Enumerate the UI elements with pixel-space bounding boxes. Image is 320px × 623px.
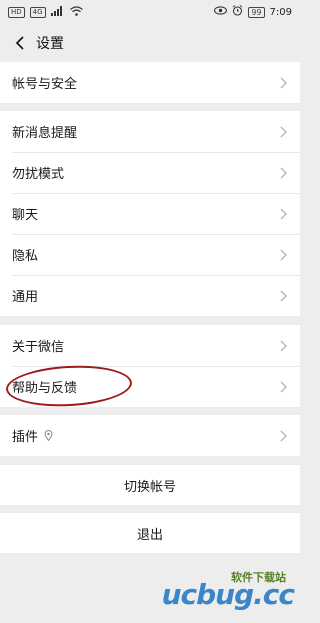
- settings-item-label: 隐私: [12, 249, 39, 264]
- settings-item-chat[interactable]: 聊天: [0, 193, 300, 234]
- settings-item-general[interactable]: 通用: [0, 275, 300, 316]
- network-badge: 4G: [29, 6, 46, 18]
- settings-item-label: 插件: [12, 430, 39, 445]
- battery-indicator: 99: [248, 6, 265, 18]
- settings-item-label: 勿扰模式: [12, 167, 65, 182]
- general-group: 新消息提醒 勿扰模式 聊天 隐私 通用: [0, 111, 300, 316]
- chevron-right-icon: [280, 208, 288, 220]
- chevron-right-icon: [280, 430, 288, 442]
- settings-item-label: 关于微信: [12, 340, 65, 355]
- settings-item-new-message-alert[interactable]: 新消息提醒: [0, 111, 300, 152]
- clock: 7:09: [269, 6, 292, 18]
- wifi-icon: [69, 5, 83, 19]
- chevron-right-icon: [280, 249, 288, 261]
- settings-item-label: 帮助与反馈: [12, 381, 78, 396]
- settings-item-plugins[interactable]: 插件: [0, 415, 300, 456]
- switch-account-button[interactable]: 切换帐号: [0, 465, 300, 505]
- switch-account-label: 切换帐号: [123, 479, 176, 495]
- logout-label: 退出: [136, 527, 163, 543]
- watermark: 软件下载站 ucbug.cc: [134, 565, 295, 613]
- settings-item-label: 通用: [12, 290, 39, 305]
- logout-button[interactable]: 退出: [0, 513, 300, 553]
- settings-item-label: 帐号与安全: [12, 77, 78, 92]
- status-right: 99 7:09: [214, 5, 292, 19]
- hd-badge: HD: [8, 6, 25, 18]
- nav-bar: 设置: [0, 24, 300, 62]
- settings-item-account-security[interactable]: 帐号与安全: [0, 62, 300, 103]
- chevron-right-icon: [280, 340, 288, 352]
- chevron-right-icon: [280, 77, 288, 89]
- settings-item-about-wechat[interactable]: 关于微信: [0, 325, 300, 366]
- chevron-right-icon: [280, 167, 288, 179]
- watermark-top-text: 软件下载站: [231, 571, 286, 584]
- settings-item-help-feedback[interactable]: 帮助与反馈: [0, 366, 300, 407]
- watermark-brand: ucbug.cc: [161, 578, 295, 611]
- chevron-right-icon: [280, 381, 288, 393]
- settings-item-do-not-disturb[interactable]: 勿扰模式: [0, 152, 300, 193]
- settings-item-privacy[interactable]: 隐私: [0, 234, 300, 275]
- back-button[interactable]: [10, 30, 30, 56]
- eye-icon: [214, 6, 228, 18]
- chevron-left-icon: [15, 36, 24, 50]
- page-title: 设置: [36, 36, 64, 52]
- plugins-group: 插件: [0, 415, 300, 456]
- chevron-right-icon: [280, 290, 288, 302]
- status-left: HD 4G: [8, 5, 83, 19]
- signal-icon: [50, 5, 65, 19]
- status-bar: HD 4G 99 7:09: [0, 0, 300, 24]
- settings-item-label: 聊天: [12, 208, 39, 223]
- about-group: 关于微信 帮助与反馈: [0, 325, 300, 407]
- settings-item-label: 新消息提醒: [12, 126, 78, 141]
- alarm-icon: [232, 5, 243, 19]
- account-group: 帐号与安全: [0, 62, 300, 103]
- location-pin-icon: [44, 430, 53, 441]
- chevron-right-icon: [280, 126, 288, 138]
